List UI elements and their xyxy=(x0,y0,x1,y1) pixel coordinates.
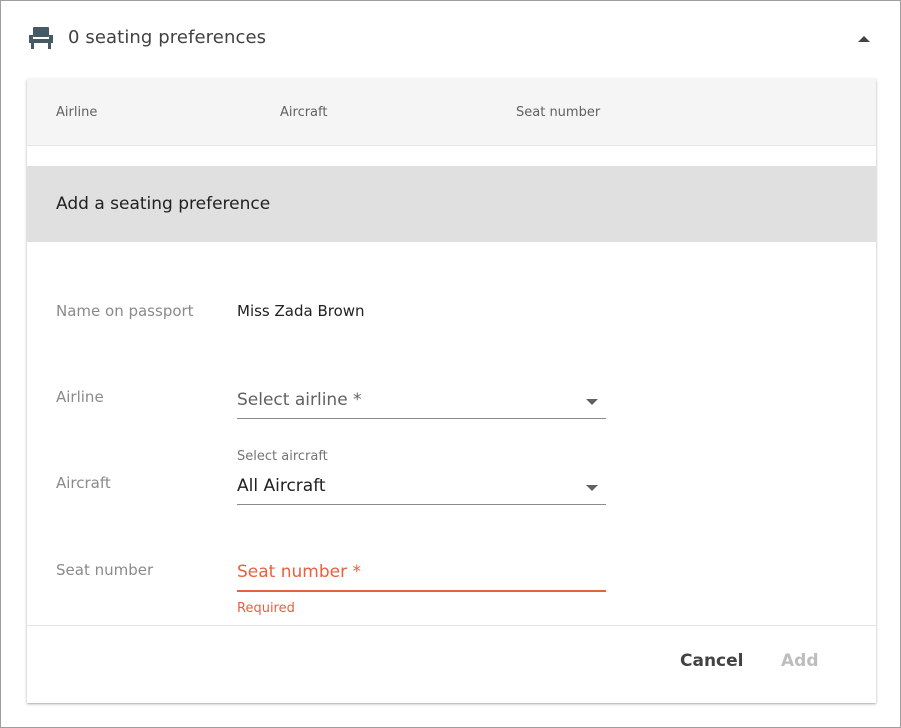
table-header: Airline Aircraft Seat number xyxy=(27,79,876,146)
form-title: Add a seating preference xyxy=(56,194,271,214)
dropdown-arrow-icon xyxy=(586,399,598,405)
footer-divider xyxy=(27,625,876,626)
seat-number-label: Seat number xyxy=(56,561,154,579)
seat-number-placeholder: Seat number * xyxy=(237,562,361,582)
dropdown-arrow-icon xyxy=(586,485,598,491)
add-button[interactable]: Add xyxy=(781,651,819,671)
panel-title: 0 seating preferences xyxy=(68,27,267,48)
seat-icon xyxy=(27,25,55,51)
panel-header[interactable]: 0 seating preferences xyxy=(25,21,877,57)
seating-preferences-panel: 0 seating preferences Airline Aircraft S… xyxy=(0,0,901,728)
cancel-button[interactable]: Cancel xyxy=(680,651,743,671)
aircraft-select-value: All Aircraft xyxy=(237,476,326,496)
name-on-passport-value: Miss Zada Brown xyxy=(237,302,365,320)
aircraft-select[interactable]: All Aircraft xyxy=(237,473,606,505)
chevron-up-icon[interactable] xyxy=(853,29,875,49)
airline-label: Airline xyxy=(56,388,104,406)
column-header-seat-number[interactable]: Seat number xyxy=(516,105,600,120)
column-header-airline[interactable]: Airline xyxy=(56,105,97,120)
preferences-card: Airline Aircraft Seat number Add a seati… xyxy=(27,79,876,703)
name-on-passport-label: Name on passport xyxy=(56,302,194,320)
aircraft-float-label: Select aircraft xyxy=(237,449,328,464)
seat-number-error: Required xyxy=(237,601,295,616)
column-header-aircraft[interactable]: Aircraft xyxy=(280,105,327,120)
seat-number-input[interactable]: Seat number * xyxy=(237,559,606,592)
aircraft-label: Aircraft xyxy=(56,474,111,492)
airline-select-placeholder: Select airline * xyxy=(237,390,362,410)
airline-select[interactable]: Select airline * xyxy=(237,387,606,419)
add-preference-header: Add a seating preference xyxy=(27,166,876,242)
